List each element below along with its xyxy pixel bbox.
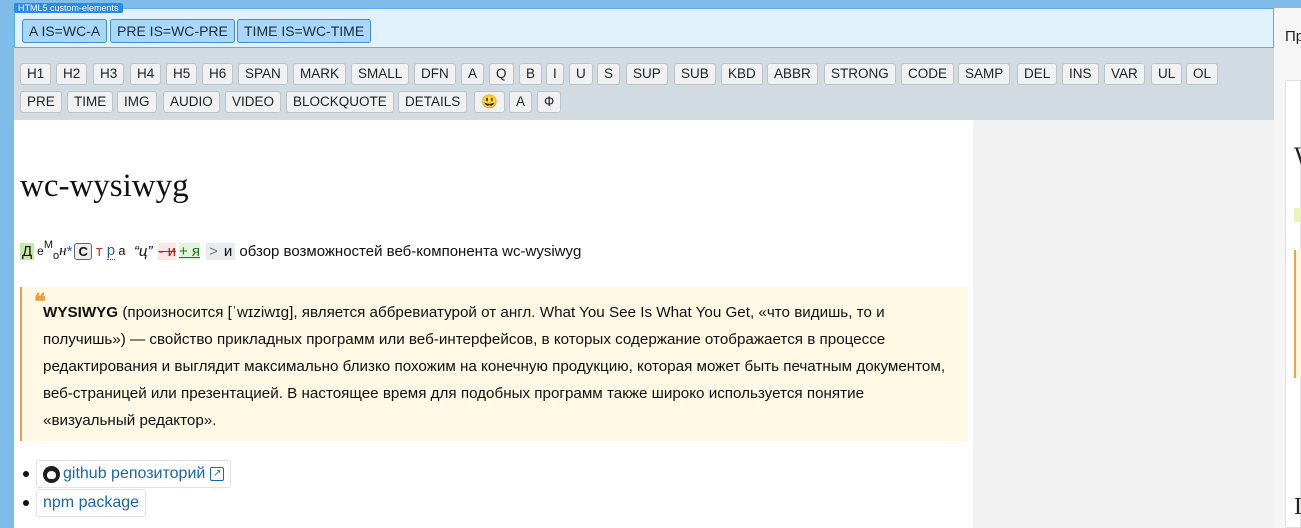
font-a-button[interactable]: A <box>509 91 533 113</box>
dfn-button[interactable]: DFN <box>414 63 456 85</box>
custom-elements-badge: HTML5 custom-elements <box>14 3 123 13</box>
wc-a-button[interactable]: A IS=WC-A <box>22 19 108 43</box>
preview-quote <box>1294 250 1301 378</box>
mark-button[interactable]: MARK <box>293 63 347 85</box>
blockquote-button[interactable]: BLOCKQUOTE <box>286 91 394 113</box>
emoji-button[interactable]: 😃 <box>474 91 505 113</box>
small-button[interactable]: SMALL <box>351 63 410 85</box>
list-item: github репозиторий ↗ <box>22 460 232 489</box>
del-button[interactable]: DEL <box>1017 63 1058 85</box>
preview-mark <box>1294 208 1301 222</box>
h4-button[interactable]: H4 <box>130 63 162 85</box>
a-button[interactable]: A <box>461 63 485 85</box>
ins-button[interactable]: INS <box>1062 63 1099 85</box>
demo-ins: + я <box>179 242 201 260</box>
span-button[interactable]: SPAN <box>238 63 288 85</box>
demo-code: а <box>118 243 126 259</box>
symbol-button[interactable]: Ф <box>537 91 562 113</box>
list-item: npm package <box>22 489 231 518</box>
h1-button[interactable]: H1 <box>20 63 52 85</box>
demo-del: - и <box>158 242 176 260</box>
demo-sup: М <box>43 239 54 251</box>
preview-heading: I <box>1294 494 1301 520</box>
ul-button[interactable]: UL <box>1151 63 1183 85</box>
s-button[interactable]: S <box>597 63 621 85</box>
wc-pre-button[interactable]: PRE IS=WC-PRE <box>110 19 235 43</box>
demo-kbd: С <box>74 242 92 260</box>
img-button[interactable]: IMG <box>117 91 157 113</box>
quote-body: (произносится [ˈwɪziwɪg], является аббре… <box>43 304 946 429</box>
h2-button[interactable]: H2 <box>56 63 88 85</box>
npm-link[interactable]: npm package <box>36 489 147 517</box>
b-button[interactable]: B <box>519 63 543 85</box>
demo-mark: Д <box>20 242 35 260</box>
video-button[interactable]: VIDEO <box>225 91 282 113</box>
sub-button[interactable]: SUB <box>674 63 716 85</box>
q-button[interactable]: Q <box>489 63 514 85</box>
external-link-icon: ↗ <box>210 467 225 481</box>
demo-asterisk: * <box>66 242 73 260</box>
preview-label: Пр <box>1285 28 1301 45</box>
page-title: wc-wysiwyg <box>20 168 189 204</box>
samp-button[interactable]: SAMP <box>958 63 1011 85</box>
demo-dfn: н <box>59 242 67 259</box>
kbd-button[interactable]: KBD <box>721 63 763 85</box>
audio-button[interactable]: AUDIO <box>163 91 220 113</box>
demo-quote: “ц” <box>133 242 153 260</box>
demo-text: обзор возможностей веб-компонента wc-wys… <box>235 242 582 260</box>
demo-sub: о <box>53 250 60 262</box>
h5-button[interactable]: H5 <box>166 63 198 85</box>
h3-button[interactable]: H3 <box>93 63 125 85</box>
demo-abbr: р <box>106 242 116 260</box>
demo-samp-arrow: > <box>206 242 221 260</box>
demo-samp: и <box>220 242 236 260</box>
quote-term: WYSIWYG <box>43 304 119 321</box>
u-button[interactable]: U <box>569 63 593 85</box>
links-list: github репозиторий ↗ npm package <box>22 460 232 518</box>
code-button[interactable]: CODE <box>901 63 955 85</box>
github-icon <box>43 465 60 483</box>
var-button[interactable]: VAR <box>1104 63 1145 85</box>
i-button[interactable]: I <box>546 63 564 85</box>
details-button[interactable]: DETAILS <box>398 91 468 113</box>
ol-button[interactable]: OL <box>1186 63 1219 85</box>
strong-button[interactable]: STRONG <box>824 63 896 85</box>
side-panel <box>973 120 1274 528</box>
pre-button[interactable]: PRE <box>20 91 62 113</box>
github-link[interactable]: github репозиторий ↗ <box>36 460 232 488</box>
time-button[interactable]: TIME <box>67 91 114 113</box>
preview-title: W <box>1294 142 1301 172</box>
demo-t: т <box>95 242 103 260</box>
abbr-button[interactable]: ABBR <box>767 63 818 85</box>
h6-button[interactable]: H6 <box>202 63 234 85</box>
demo-small: е <box>37 244 44 258</box>
wc-time-button[interactable]: TIME IS=WC-TIME <box>237 19 372 43</box>
editor-area[interactable]: wc-wysiwyg Д е М о н * С т р а “ц” - и +… <box>14 120 973 528</box>
github-link-label: github репозиторий <box>63 465 206 482</box>
sup-button[interactable]: SUP <box>626 63 668 85</box>
blockquote: ❝ WYSIWYG (произносится [ˈwɪziwɪg], явля… <box>20 287 968 441</box>
quote-text: WYSIWYG (произносится [ˈwɪziwɪg], являет… <box>43 299 958 434</box>
demo-line: Д е М о н * С т р а “ц” - и + я > и обзо… <box>20 239 582 262</box>
